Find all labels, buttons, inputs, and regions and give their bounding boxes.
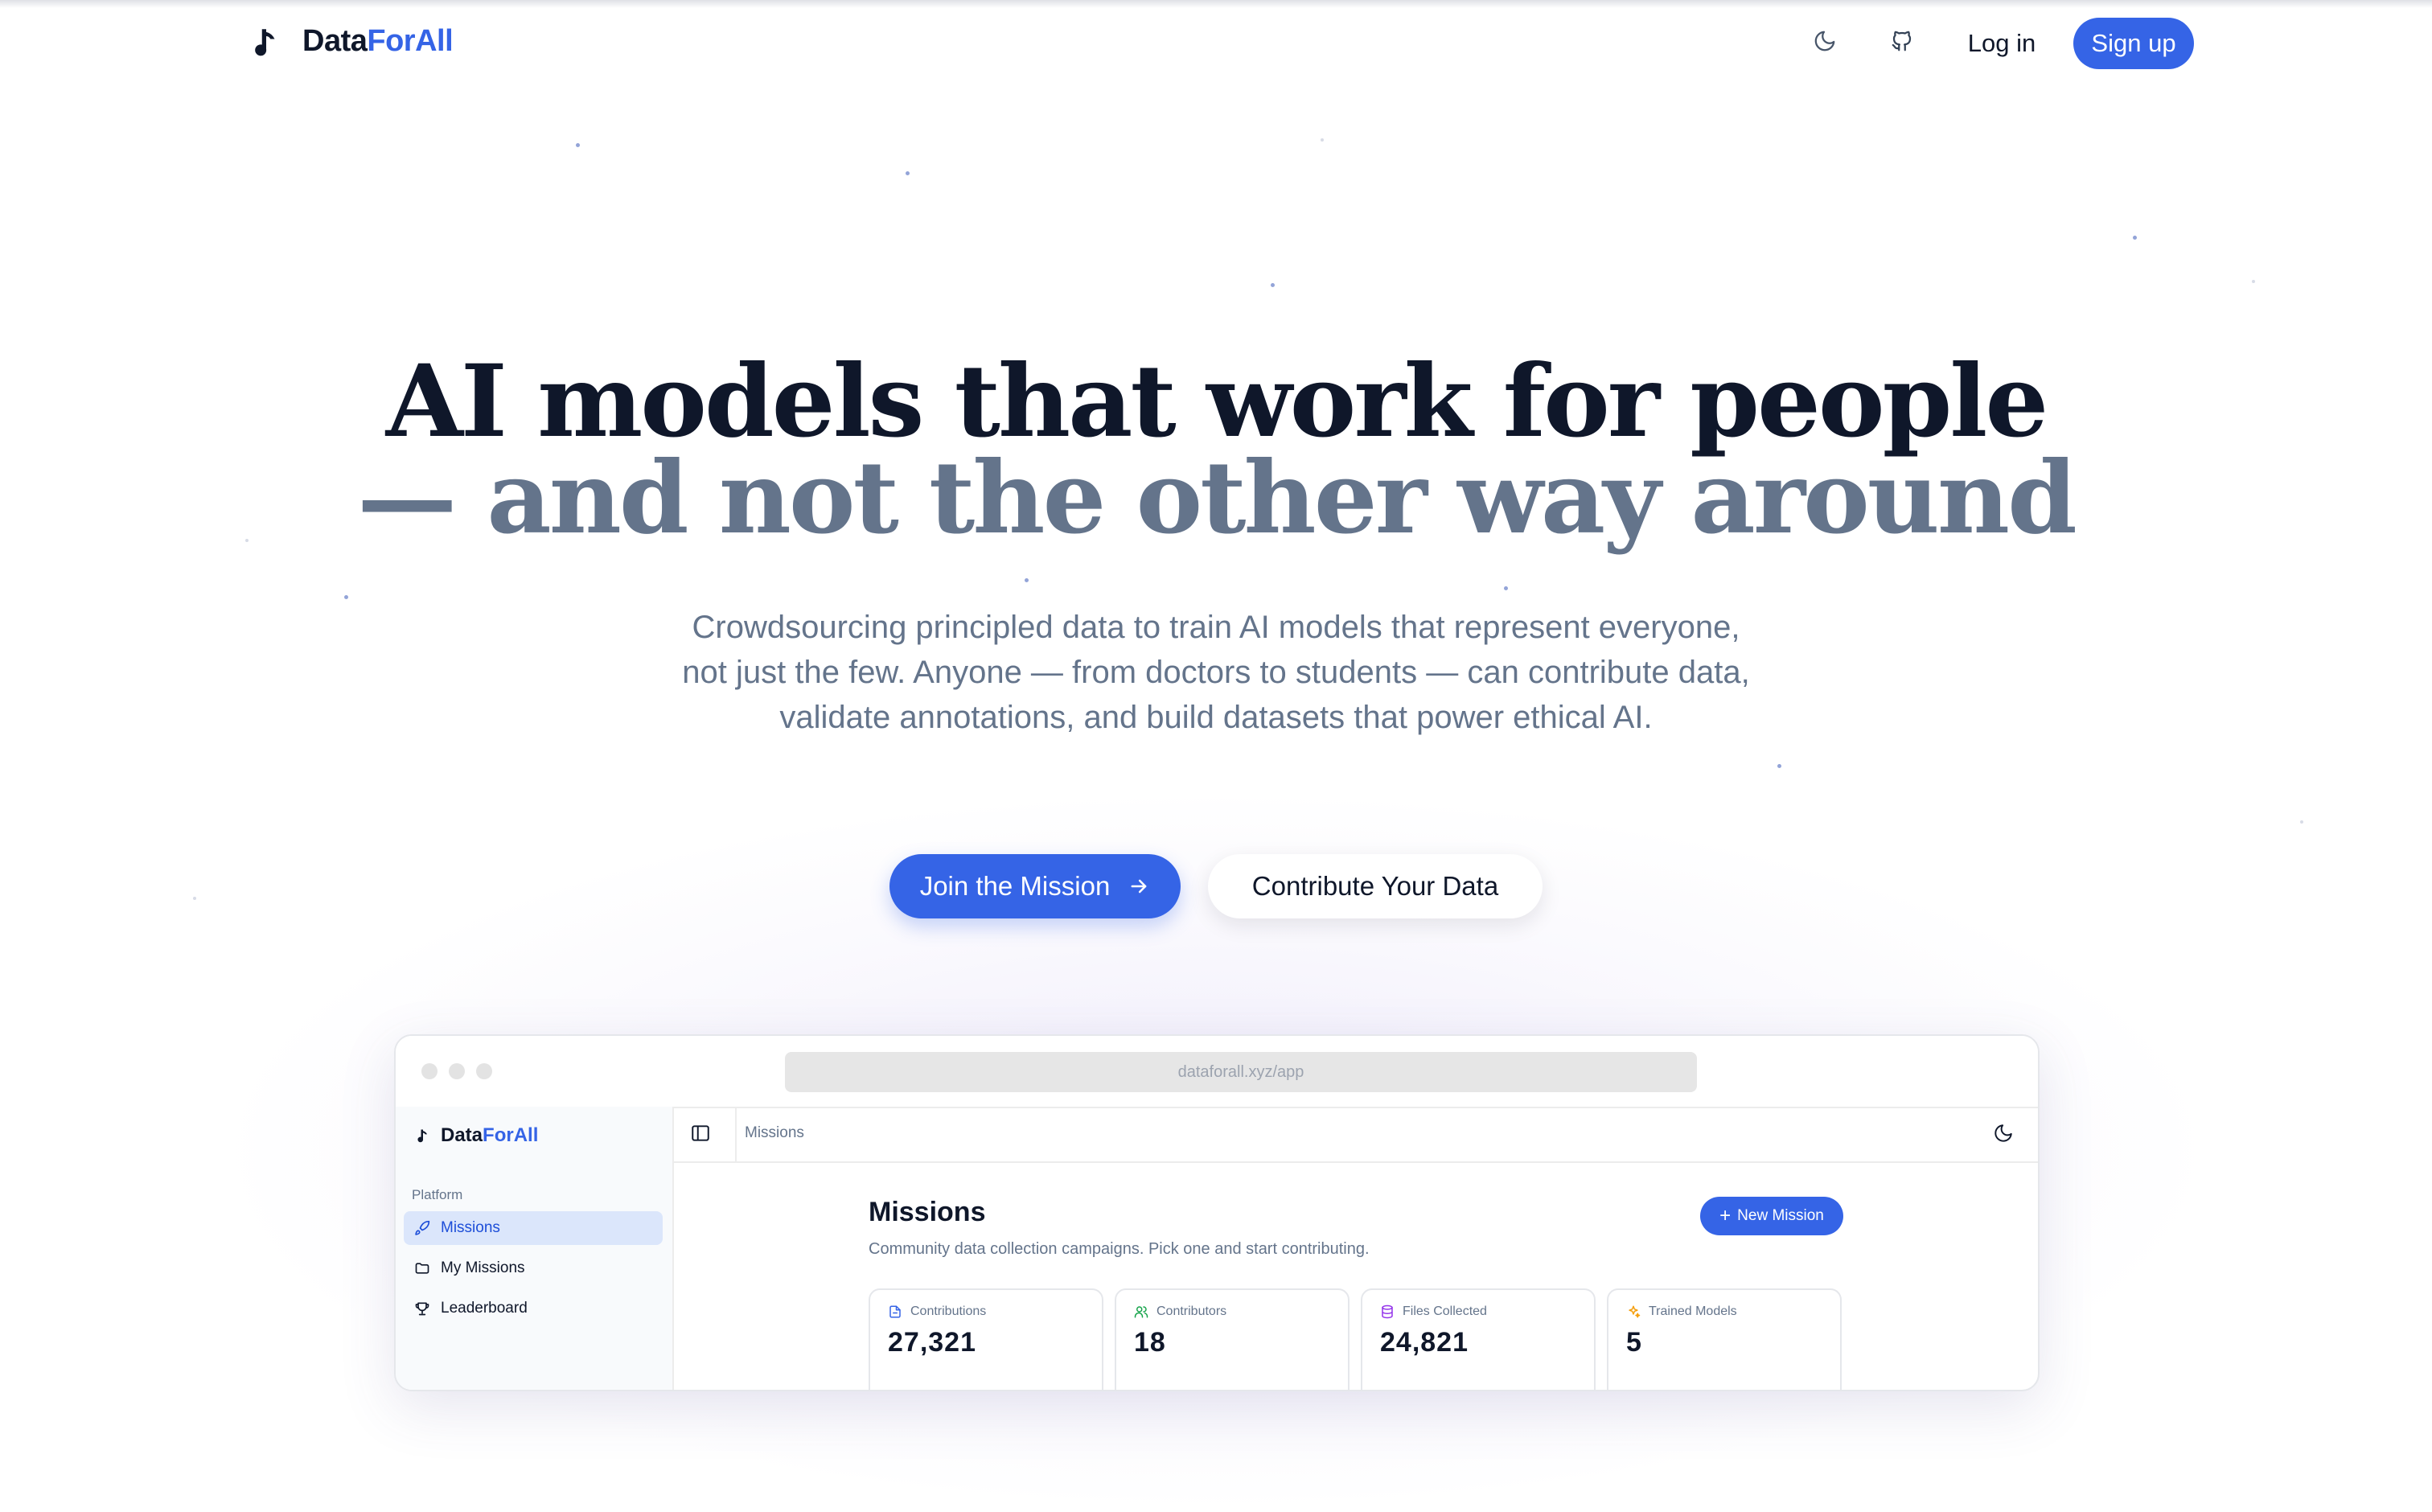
new-mission-button[interactable]: + New Mission	[1700, 1197, 1843, 1235]
top-edge-shadow	[0, 0, 2432, 8]
brand-name: DataForAll	[302, 24, 454, 59]
theme-toggle-moon-icon[interactable]	[1811, 27, 1838, 55]
stat-label: Trained Models	[1649, 1305, 1737, 1318]
particle	[1321, 138, 1324, 142]
stat-value: 27,321	[888, 1327, 976, 1358]
sidebar-section-label: Platform	[412, 1187, 463, 1202]
sidebar-brand-logo[interactable]: Data ForAll	[415, 1124, 538, 1147]
file-icon	[889, 1305, 901, 1318]
breadcrumb[interactable]: Missions	[745, 1124, 804, 1142]
sidebar-item-label: Missions	[441, 1219, 500, 1236]
page-title: Missions	[869, 1197, 986, 1227]
window-close-dot	[421, 1063, 438, 1079]
brand-name-part1: Data	[302, 24, 368, 58]
hero-subtitle: Crowdsourcing principled data to train A…	[682, 610, 1750, 735]
sidebar-item-leaderboard[interactable]: Leaderboard	[404, 1292, 663, 1325]
particle	[576, 143, 580, 147]
signup-button[interactable]: Sign up	[2073, 18, 2194, 69]
page-subtitle: Community data collection campaigns. Pic…	[869, 1240, 1370, 1258]
sidebar-item-missions[interactable]: Missions	[404, 1211, 663, 1245]
particle	[1025, 578, 1029, 582]
stat-card-files-collected: Files Collected 24,821	[1361, 1288, 1596, 1390]
sidebar-toggle-icon[interactable]	[690, 1123, 711, 1144]
arrow-right-icon	[1131, 879, 1147, 894]
join-mission-label: Join the Mission	[919, 871, 1111, 901]
app-sidebar: Data ForAll Platform Missions My Missions…	[396, 1107, 674, 1390]
users-icon	[1134, 1306, 1148, 1318]
brand-logo[interactable]: DataForAll	[249, 24, 454, 59]
particle	[1777, 764, 1781, 768]
sparkles-icon	[1629, 1305, 1641, 1318]
stat-card-contributions: Contributions 27,321	[869, 1288, 1103, 1390]
particle	[193, 897, 196, 900]
window-minimize-dot	[449, 1063, 465, 1079]
address-bar[interactable]: dataforall.xyz/app	[785, 1052, 1697, 1092]
particle	[2300, 820, 2303, 824]
particle	[344, 595, 348, 599]
particle	[1504, 586, 1508, 590]
sidebar-brand-part2: ForAll	[483, 1124, 539, 1146]
sidebar-item-label: My Missions	[441, 1259, 525, 1276]
app-preview-window: dataforall.xyz/app Data ForAll Platform M…	[394, 1034, 2040, 1391]
stat-label-row: Contributors	[1134, 1305, 1226, 1319]
rocket-icon	[413, 1219, 431, 1237]
hero-title-line2: — and not the other way around	[357, 440, 2077, 557]
login-button[interactable]: Log in	[1946, 19, 2057, 68]
plus-icon: +	[1719, 1205, 1732, 1226]
stat-label-row: Trained Models	[1626, 1305, 1737, 1319]
database-icon	[1382, 1305, 1393, 1319]
github-icon[interactable]	[1888, 27, 1916, 55]
moon-icon[interactable]	[1993, 1123, 2014, 1144]
header-divider	[735, 1107, 737, 1161]
particle	[906, 171, 910, 175]
stat-card-trained-models: Trained Models 5	[1607, 1288, 1842, 1390]
join-mission-button[interactable]: Join the Mission	[889, 854, 1181, 918]
stat-value: 5	[1626, 1327, 1642, 1358]
browser-chrome: dataforall.xyz/app	[396, 1036, 2038, 1108]
app-header: Missions	[674, 1107, 2038, 1163]
new-mission-label: New Mission	[1737, 1207, 1824, 1224]
sidebar-item-label: Leaderboard	[441, 1300, 528, 1317]
music-note-icon	[417, 1129, 427, 1143]
sidebar-brand-part1: Data	[441, 1124, 483, 1146]
stat-label: Contributors	[1156, 1305, 1227, 1318]
sidebar-item-my-missions[interactable]: My Missions	[404, 1251, 663, 1285]
stat-label: Files Collected	[1403, 1305, 1487, 1318]
folder-icon	[413, 1259, 431, 1277]
stat-label: Contributions	[910, 1305, 987, 1318]
contribute-data-button[interactable]: Contribute Your Data	[1208, 854, 1543, 918]
music-note-icon	[255, 28, 275, 55]
stat-value: 24,821	[1380, 1327, 1469, 1358]
particle	[2133, 236, 2137, 240]
stat-card-contributors: Contributors 18	[1115, 1288, 1350, 1390]
window-maximize-dot	[476, 1063, 492, 1079]
stat-label-row: Files Collected	[1380, 1305, 1487, 1319]
brand-name-part2: ForAll	[367, 24, 454, 58]
trophy-icon	[413, 1300, 431, 1317]
stat-value: 18	[1134, 1327, 1166, 1358]
particle	[2252, 280, 2255, 283]
stat-label-row: Contributions	[888, 1305, 986, 1319]
particle	[1271, 283, 1275, 287]
